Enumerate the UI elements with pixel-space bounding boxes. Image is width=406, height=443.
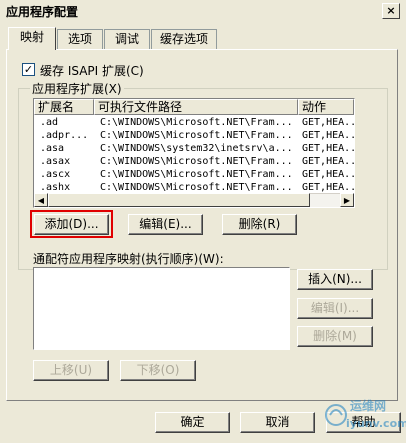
- row-ext[interactable]: .ad: [40, 117, 96, 129]
- wildcard-label: 通配符应用程序映射(执行顺序)(W):: [33, 252, 224, 266]
- row-ext[interactable]: .adpr...: [40, 130, 96, 142]
- row-path[interactable]: C:\WINDOWS\system32\inetsrv\a...: [100, 143, 296, 155]
- watermark-text-bottom: iyunv.com: [346, 417, 406, 430]
- scroll-left-icon[interactable]: ◀: [34, 193, 48, 207]
- row-verbs[interactable]: GET,HEA...: [302, 117, 354, 129]
- row-verbs[interactable]: GET,HEA...: [302, 156, 354, 168]
- scroll-thumb[interactable]: [48, 193, 310, 207]
- row-path[interactable]: C:\WINDOWS\Microsoft.NET\Fram...: [100, 130, 296, 142]
- cache-isapi-checkbox[interactable]: ✓: [22, 63, 35, 76]
- row-verbs[interactable]: GET,HEA...: [302, 143, 354, 155]
- move-up-button[interactable]: 上移(U): [33, 360, 109, 381]
- row-ext[interactable]: .ascx: [40, 169, 96, 181]
- close-button[interactable]: ×: [382, 3, 400, 19]
- tab-mapping[interactable]: 映射: [8, 27, 56, 50]
- remove-button[interactable]: 删除(R): [222, 214, 297, 235]
- row-path[interactable]: C:\WINDOWS\Microsoft.NET\Fram...: [100, 156, 296, 168]
- wildcard-list[interactable]: [33, 267, 290, 350]
- extensions-rows: .ad C:\WINDOWS\Microsoft.NET\Fram... GET…: [34, 116, 354, 194]
- column-header-extension[interactable]: 扩展名: [34, 99, 94, 115]
- ok-button[interactable]: 确定: [155, 412, 230, 433]
- add-button[interactable]: 添加(D)...: [34, 214, 109, 235]
- wildcard-remove-button[interactable]: 删除(M): [297, 326, 373, 347]
- edit-button[interactable]: 编辑(E)...: [128, 214, 203, 235]
- row-verbs[interactable]: GET,HEA...: [302, 169, 354, 181]
- watermark: 运维网 iyunv.com: [324, 393, 406, 439]
- row-path[interactable]: C:\WINDOWS\Microsoft.NET\Fram...: [100, 117, 296, 129]
- scroll-right-icon[interactable]: ▶: [340, 193, 354, 207]
- row-path[interactable]: C:\WINDOWS\Microsoft.NET\Fram...: [100, 169, 296, 181]
- row-ext[interactable]: .asax: [40, 156, 96, 168]
- column-header-verbs[interactable]: 动作: [298, 99, 354, 115]
- tab-debug[interactable]: 调试: [104, 29, 150, 50]
- move-down-button[interactable]: 下移(O): [120, 360, 196, 381]
- extensions-legend: 应用程序扩展(X): [30, 80, 124, 97]
- insert-button[interactable]: 插入(N)...: [297, 269, 373, 290]
- watermark-text-top: 运维网: [350, 399, 387, 413]
- column-header-path[interactable]: 可执行文件路径: [94, 99, 298, 115]
- cache-isapi-label: 缓存 ISAPI 扩展(C): [40, 64, 144, 78]
- window-title: 应用程序配置: [6, 5, 79, 19]
- row-verbs[interactable]: GET,HEA...: [302, 130, 354, 142]
- wildcard-edit-button[interactable]: 编辑(I)...: [297, 298, 373, 319]
- tab-options[interactable]: 选项: [57, 29, 103, 50]
- cancel-button[interactable]: 取消: [240, 412, 315, 433]
- tab-cache-options[interactable]: 缓存选项: [151, 29, 217, 50]
- row-ext[interactable]: .asa: [40, 143, 96, 155]
